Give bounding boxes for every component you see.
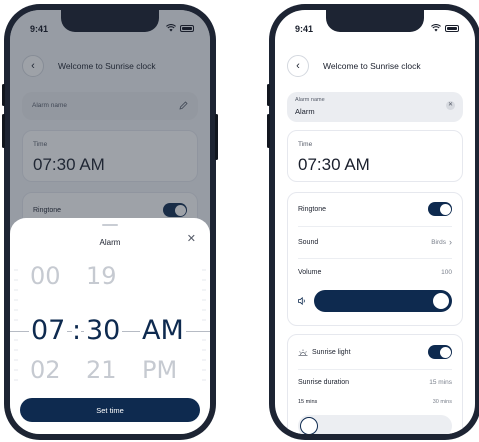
time-label: Time [298,141,313,148]
time-value: 07:30 AM [298,155,370,174]
sheet-grip[interactable] [102,224,118,226]
picker-ruler-left [14,269,18,381]
battery-icon [445,24,459,32]
sound-label: Sound [298,238,319,246]
alarm-name-label: Alarm name [295,97,325,103]
ringtone-label: Ringtone [298,205,327,213]
phone-left: 9:41 ‹ Welcome to Sunrise clock Alarm na… [2,4,218,440]
screen-right: 9:41 ‹ Welcome to Sunrise clock Alarm na… [275,10,475,434]
volume-slider-thumb[interactable] [432,292,450,310]
sunrise-duration-value: 15 mins [429,379,452,386]
volume-value: 100 [441,269,452,276]
sunrise-light-label: Sunrise light [312,348,351,356]
picker-minute-above[interactable]: 19 [86,262,117,290]
alarm-time-sheet: Alarm ✕ 00 19 07: 30 AM 02 21 PM Set ti… [10,218,210,434]
status-time: 9:41 [30,24,49,34]
picker-separator: : [72,315,82,346]
phone-right: 9:41 ‹ Welcome to Sunrise clock Alarm na… [267,4,479,440]
alarm-name-field[interactable]: Alarm name Alarm ✕ [287,92,463,122]
picker-ampm-below[interactable]: PM [142,356,177,384]
sunrise-duration-thumb[interactable] [300,417,318,434]
screen-left: 9:41 ‹ Welcome to Sunrise clock Alarm na… [10,10,210,434]
picker-minute-below[interactable]: 21 [86,356,117,384]
picker-hour-above[interactable]: 00 [30,262,61,290]
picker-hour-below[interactable]: 02 [30,356,61,384]
status-time: 9:41 [295,24,314,34]
wifi-icon [431,24,441,32]
time-card[interactable]: Time 07:30 AM [287,130,463,182]
chevron-right-icon: › [449,237,452,247]
back-button[interactable]: ‹ [287,55,309,77]
duration-max-label: 30 mins [432,399,452,405]
close-icon[interactable]: ✕ [187,232,196,245]
sound-value: Birds [431,238,446,246]
duration-min-label: 15 mins [298,399,318,405]
clear-icon[interactable]: ✕ [446,101,455,110]
notch [61,10,159,32]
alarm-name-value[interactable]: Alarm [295,107,315,116]
sunrise-light-toggle[interactable] [428,345,452,359]
page-title: Welcome to Sunrise clock [323,61,421,71]
notch [326,10,424,32]
sunrise-card: Sunrise light Sunrise duration 15 mins 1… [287,334,463,434]
picker-ampm-selected[interactable]: AM [140,315,186,346]
volume-label: Volume [298,269,322,276]
app-showcase: 9:41 ‹ Welcome to Sunrise clock Alarm na… [0,0,479,442]
ringtone-card: Ringtone Sound Birds › Volume 100 [287,192,463,326]
back-arrow-icon: ‹ [296,60,300,72]
sunrise-duration-slider[interactable] [298,415,452,434]
picker-ruler-right [202,269,206,381]
sunrise-duration-label: Sunrise duration [298,379,349,386]
wifi-icon [166,24,176,32]
picker-minute-selected[interactable]: 30 [84,315,123,346]
sound-row[interactable]: Sound Birds › [298,237,452,247]
speaker-icon [298,297,305,305]
ringtone-toggle[interactable] [428,202,452,216]
sheet-title: Alarm [99,238,121,247]
battery-icon [180,24,194,32]
picker-hour-selected[interactable]: 07 [29,315,68,346]
set-time-button[interactable]: Set time [20,398,200,422]
volume-slider[interactable] [314,290,452,312]
time-picker[interactable]: 00 19 07 : 30 AM 02 21 PM [10,256,210,384]
sunrise-icon [298,349,308,356]
